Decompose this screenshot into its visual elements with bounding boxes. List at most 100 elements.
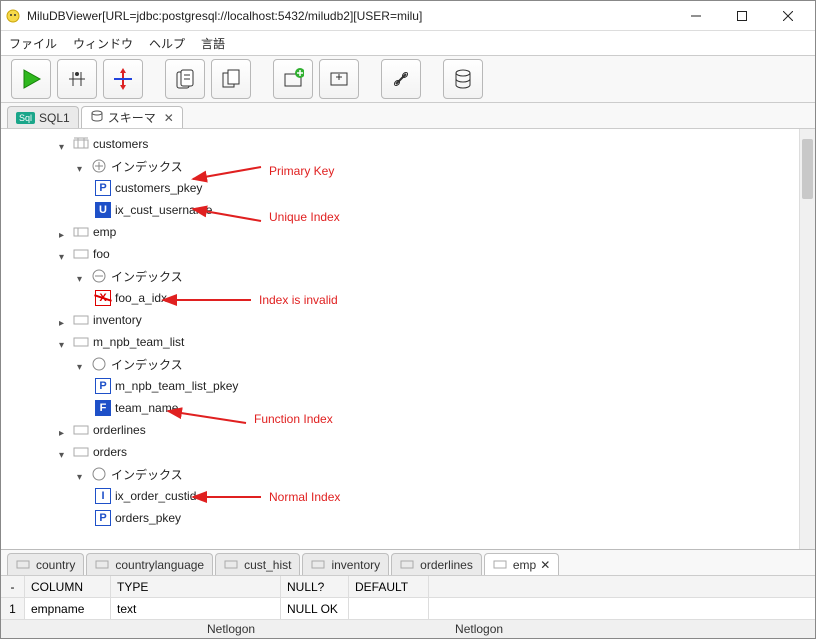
- grid-corner: -: [1, 576, 25, 597]
- maximize-button[interactable]: [719, 2, 765, 30]
- btab-inventory[interactable]: inventory: [302, 553, 389, 575]
- schema-tree[interactable]: customers インデックス P customers_pkey U ix_c…: [1, 129, 815, 549]
- index-group-icon: [91, 356, 107, 372]
- expander-icon[interactable]: [59, 249, 69, 259]
- tree-label: ix_cust_username: [115, 203, 212, 217]
- expander-icon[interactable]: [59, 315, 69, 325]
- index-group-icon: [91, 268, 107, 284]
- tree-node-team-name[interactable]: F team_name: [95, 397, 815, 419]
- tree-label: インデックス: [111, 356, 183, 373]
- menubar: ファイル ウィンドウ ヘルプ 言語: [1, 31, 815, 55]
- btab-label: countrylanguage: [115, 558, 204, 572]
- close-icon[interactable]: ✕: [164, 111, 174, 125]
- table-icon: [73, 247, 89, 261]
- tree-label: customers_pkey: [115, 181, 202, 195]
- expander-icon[interactable]: [77, 469, 87, 479]
- schema-icon: [90, 109, 104, 126]
- status-bar: Netlogon Netlogon: [1, 620, 815, 638]
- menu-file[interactable]: ファイル: [9, 35, 57, 52]
- tree-node-m-npb-team-list[interactable]: m_npb_team_list: [59, 331, 815, 353]
- table-icon: [400, 558, 416, 572]
- grid-header-column[interactable]: COLUMN: [25, 576, 111, 597]
- tree-node-customers[interactable]: customers: [59, 133, 815, 155]
- btab-countrylanguage[interactable]: countrylanguage: [86, 553, 213, 575]
- tree-node-orderlines[interactable]: orderlines: [59, 419, 815, 441]
- move-button[interactable]: [103, 59, 143, 99]
- minimize-button[interactable]: [673, 2, 719, 30]
- menu-window[interactable]: ウィンドウ: [73, 35, 133, 52]
- tab-schema[interactable]: スキーマ ✕: [81, 106, 183, 128]
- btab-label: country: [36, 558, 75, 572]
- tree-node-m-npb-indexes[interactable]: インデックス: [77, 353, 815, 375]
- tree-node-ix-order-custid[interactable]: I ix_order_custid: [95, 485, 815, 507]
- grid-header-default[interactable]: DEFAULT: [349, 576, 429, 597]
- expander-icon[interactable]: [59, 227, 69, 237]
- add-pane-button[interactable]: [319, 59, 359, 99]
- expander-icon[interactable]: [77, 359, 87, 369]
- toolbar: [1, 55, 815, 103]
- tab-sql1[interactable]: Sql SQL1: [7, 106, 79, 128]
- tree-node-m-npb-pkey[interactable]: P m_npb_team_list_pkey: [95, 375, 815, 397]
- tree-label: m_npb_team_list: [93, 335, 184, 349]
- table-icon: [224, 558, 240, 572]
- main-tabstrip: Sql SQL1 スキーマ ✕: [1, 103, 815, 129]
- grid-row[interactable]: 1 empname text NULL OK: [1, 598, 815, 620]
- btab-country[interactable]: country: [7, 553, 84, 575]
- grid-cell-type: text: [111, 598, 281, 619]
- grid-header-row: - COLUMN TYPE NULL? DEFAULT: [1, 576, 815, 598]
- tree-node-orders-pkey[interactable]: P orders_pkey: [95, 507, 815, 529]
- tree-label: orders_pkey: [115, 511, 181, 525]
- app-icon: [5, 8, 21, 24]
- tree-node-foo[interactable]: foo: [59, 243, 815, 265]
- btab-label: inventory: [331, 558, 380, 572]
- expander-icon[interactable]: [59, 139, 69, 149]
- table-icon: [73, 137, 89, 151]
- tree-node-ix-cust-username[interactable]: U ix_cust_username: [95, 199, 815, 221]
- run-button[interactable]: [11, 59, 51, 99]
- tree-node-inventory[interactable]: inventory: [59, 309, 815, 331]
- tree-label: inventory: [93, 313, 142, 327]
- tab-schema-label: スキーマ: [108, 109, 156, 126]
- expander-icon[interactable]: [59, 425, 69, 435]
- function-index-icon: F: [95, 400, 111, 416]
- status-mid: Netlogon: [207, 622, 255, 636]
- btab-emp[interactable]: emp ✕: [484, 553, 559, 575]
- close-icon[interactable]: ✕: [540, 558, 550, 572]
- tree-node-customers-indexes[interactable]: インデックス: [77, 155, 815, 177]
- btab-cust-hist[interactable]: cust_hist: [215, 553, 300, 575]
- expander-icon[interactable]: [59, 337, 69, 347]
- window-titlebar: MiluDBViewer[URL=jdbc:postgresql://local…: [1, 1, 815, 31]
- expander-icon[interactable]: [77, 161, 87, 171]
- tree-node-orders-indexes[interactable]: インデックス: [77, 463, 815, 485]
- btab-orderlines[interactable]: orderlines: [391, 553, 482, 575]
- grid-cell-default: [349, 598, 429, 619]
- close-button[interactable]: [765, 2, 811, 30]
- menu-language[interactable]: 言語: [201, 35, 225, 52]
- tree-node-emp[interactable]: emp: [59, 221, 815, 243]
- grid-header-null[interactable]: NULL?: [281, 576, 349, 597]
- database-button[interactable]: [443, 59, 483, 99]
- btab-label: emp: [513, 558, 536, 572]
- tree-node-orders[interactable]: orders: [59, 441, 815, 463]
- new-tab-button[interactable]: [273, 59, 313, 99]
- tree-label: orders: [93, 445, 127, 459]
- expander-icon[interactable]: [59, 447, 69, 457]
- tree-node-foo-indexes[interactable]: インデックス: [77, 265, 815, 287]
- sql-icon: Sql: [16, 112, 35, 124]
- tab-sql1-label: SQL1: [39, 111, 70, 125]
- primary-key-icon: P: [95, 180, 111, 196]
- expander-icon[interactable]: [77, 271, 87, 281]
- connect-button[interactable]: [381, 59, 421, 99]
- copy-button[interactable]: [211, 59, 251, 99]
- grid-header-type[interactable]: TYPE: [111, 576, 281, 597]
- explain-button[interactable]: [57, 59, 97, 99]
- tree-label: m_npb_team_list_pkey: [115, 379, 238, 393]
- menu-help[interactable]: ヘルプ: [149, 35, 185, 52]
- btab-label: orderlines: [420, 558, 473, 572]
- grid-rownum: 1: [1, 598, 25, 619]
- tree-node-foo-a-idx[interactable]: X foo_a_idx: [95, 287, 815, 309]
- tree-node-customers-pkey[interactable]: P customers_pkey: [95, 177, 815, 199]
- copy-sql-button[interactable]: [165, 59, 205, 99]
- tree-label: インデックス: [111, 268, 183, 285]
- window-title: MiluDBViewer[URL=jdbc:postgresql://local…: [27, 9, 673, 23]
